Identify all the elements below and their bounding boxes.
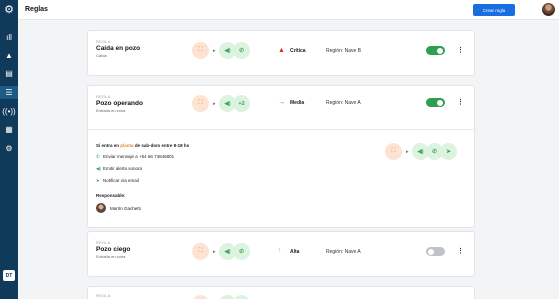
rule-tag: REGLA xyxy=(96,94,111,99)
severity-label: Media xyxy=(290,100,305,106)
warning-icon: ▲ xyxy=(5,51,13,60)
rule-name: Pozo ciego xyxy=(96,246,131,253)
arrow-right-icon: ▸ xyxy=(213,101,216,107)
sidebar-item-calendar[interactable]: ▦ xyxy=(0,123,18,136)
more-channels-badge[interactable]: +2 xyxy=(233,95,250,112)
divider xyxy=(88,129,476,130)
rule-enabled-toggle[interactable] xyxy=(426,98,445,107)
action-item: ◀) Emitir alerta sonora xyxy=(96,166,143,171)
rule-tag: REGLA xyxy=(96,293,111,298)
responsible-avatar xyxy=(96,203,106,213)
critical-triangle-icon: ▲ xyxy=(278,47,285,54)
whatsapp-icon xyxy=(233,295,250,299)
condition-place: planta xyxy=(120,143,134,148)
more-options-icon[interactable]: ⋮ xyxy=(457,248,464,255)
sidebar-item-signals[interactable]: ((•)) xyxy=(0,105,18,118)
rule-name: Caída en pozo xyxy=(96,45,141,52)
send-icon: ➤ xyxy=(96,178,100,183)
trigger-icon: ⛶ xyxy=(192,243,209,260)
broadcast-icon: ((•)) xyxy=(2,107,16,116)
severity-label: Alta xyxy=(290,249,300,255)
severity-label: Crítica xyxy=(290,48,306,54)
create-rule-button[interactable]: Crear regla xyxy=(473,4,515,16)
calendar-icon: ▦ xyxy=(5,125,13,134)
rule-tag: REGLA xyxy=(96,240,111,245)
trigger-icon: ⛶ xyxy=(385,143,402,160)
arrow-right-icon: ▸ xyxy=(213,48,216,54)
rule-tag: REGLA xyxy=(96,39,111,44)
trigger-icon xyxy=(192,295,209,299)
sidebar-item-rules[interactable]: ☰ xyxy=(0,86,18,99)
arrow-right-icon: → xyxy=(278,99,285,106)
rule-enabled-toggle[interactable] xyxy=(426,247,445,256)
arrow-up-icon: ↑ xyxy=(278,247,282,254)
action-item: ✆ Enviar mensaje a +54 66 74846801 xyxy=(96,154,175,159)
rule-subtitle: Caída xyxy=(96,53,107,58)
user-initials-badge[interactable]: DT xyxy=(3,270,15,281)
bar-chart-icon: ıll xyxy=(6,33,12,42)
rule-name: Pozo operando xyxy=(96,100,143,107)
top-bar: Reglas Crear regla xyxy=(18,0,559,20)
rule-card: REGLA Pozo ciego Entrada en zona ⛶ ▸ ◀) … xyxy=(87,231,475,277)
rule-subtitle: Entrada en zona xyxy=(96,254,126,259)
rule-card: REGLA Caída en pozo Caída ⛶ ▸ ◀) ✆ ▲ Crí… xyxy=(87,30,475,76)
responsible-label: Responsable: xyxy=(96,193,126,198)
trigger-icon: ⛶ xyxy=(192,42,209,59)
whatsapp-icon: ✆ xyxy=(233,243,250,260)
action-item: ➤ Notificar vía email xyxy=(96,178,139,183)
arrow-right-icon: ▸ xyxy=(406,149,409,155)
whatsapp-icon: ✆ xyxy=(233,42,250,59)
region-label: Región: Nave B xyxy=(326,48,362,54)
rule-card-expanded: REGLA Pozo operando Entrada en zona ⛶ ▸ … xyxy=(87,85,476,228)
sidebar-item-alerts[interactable]: ▲ xyxy=(0,49,18,62)
sidebar-item-reports[interactable]: ▤ xyxy=(0,67,18,80)
responsible-name: Martín Gachetti xyxy=(110,206,141,211)
sliders-icon: ☰ xyxy=(5,88,13,97)
more-options-icon[interactable]: ⋮ xyxy=(457,47,464,54)
trigger-icon: ⛶ xyxy=(192,95,209,112)
gear-icon: ⚙ xyxy=(5,144,13,153)
more-options-icon[interactable]: ⋮ xyxy=(457,99,464,106)
report-icon: ▤ xyxy=(5,69,13,78)
sidebar-item-analytics[interactable]: ıll xyxy=(0,31,18,44)
avatar[interactable] xyxy=(542,3,555,16)
whatsapp-icon: ✆ xyxy=(96,154,100,159)
arrow-right-icon: ▸ xyxy=(213,249,216,255)
sidebar-item-settings[interactable]: ⚙ xyxy=(0,142,18,155)
region-label: Región: Nave A xyxy=(326,100,361,106)
rule-enabled-toggle[interactable] xyxy=(426,46,445,55)
rule-subtitle: Entrada en zona xyxy=(96,108,126,113)
page-title: Reglas xyxy=(25,6,48,13)
condition-text: Si entra en planta de sab-dom entre 8-18… xyxy=(96,143,190,148)
sound-icon: ◀) xyxy=(96,166,101,171)
sidebar: ⚙ ıll ▲ ▤ ☰ ((•)) ▦ ⚙ DT xyxy=(0,0,18,299)
rule-card: REGLA xyxy=(87,286,475,299)
send-icon: ➤ xyxy=(440,143,457,160)
settings-logo-icon[interactable]: ⚙ xyxy=(3,4,15,16)
region-label: Región: Nave A xyxy=(326,249,361,255)
